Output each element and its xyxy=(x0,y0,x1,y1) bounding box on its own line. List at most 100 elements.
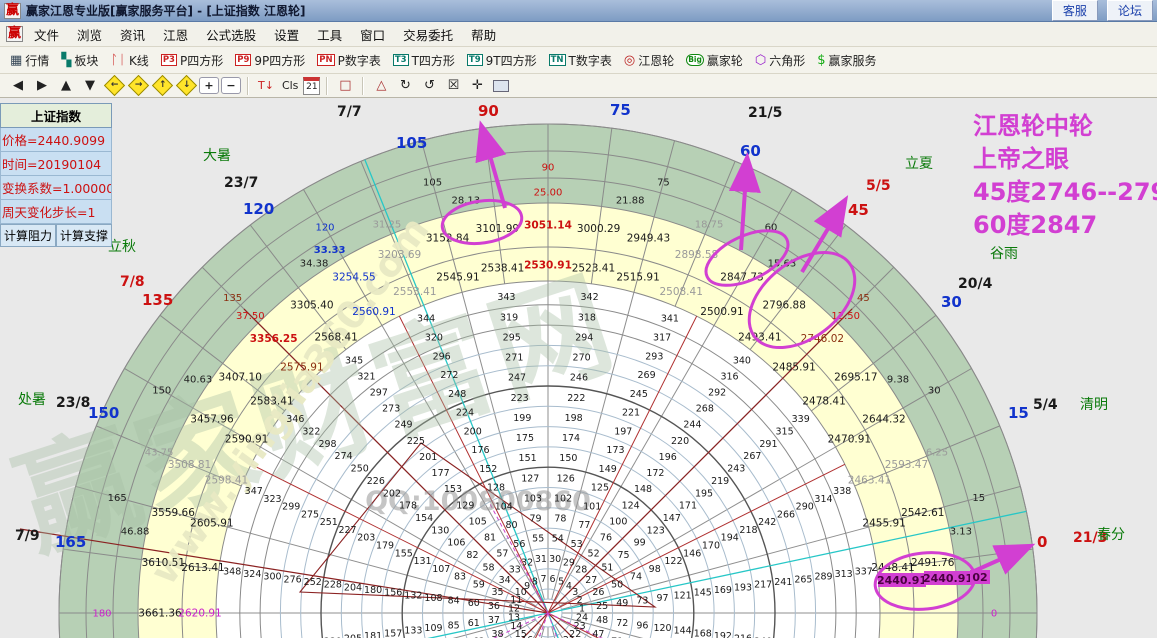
toolbar-winner-wheel-button[interactable]: Big 赢家轮 xyxy=(683,51,746,70)
svg-text:立秋: 立秋 xyxy=(108,239,136,255)
app-logo-icon: 赢 xyxy=(4,2,22,19)
big-wheel-icon: Big xyxy=(686,54,704,66)
whiteboard-button[interactable] xyxy=(490,76,512,95)
toolbar-t-table-button[interactable]: TN T数字表 xyxy=(546,51,615,70)
toolbar-winner-wheel-label: 赢家轮 xyxy=(706,53,743,68)
svg-text:179: 179 xyxy=(376,540,394,551)
toolbar-hexagon-button[interactable]: ⬡ 六角形 xyxy=(752,51,808,70)
support-button[interactable]: 客服 xyxy=(1051,0,1098,21)
toolbar-separator xyxy=(362,76,365,95)
svg-text:108: 108 xyxy=(424,593,442,604)
svg-text:248: 248 xyxy=(448,389,466,400)
menu-item-0[interactable]: 文件 xyxy=(25,23,68,46)
toolbar-sectors-button[interactable]: ▚ 板块 xyxy=(58,51,101,70)
center-mark-button[interactable]: ✛ xyxy=(466,76,488,95)
rotate-down-button[interactable]: ▼ xyxy=(79,76,101,95)
menu-item-7[interactable]: 窗口 xyxy=(351,23,394,46)
cls-button[interactable]: Cls xyxy=(279,76,301,95)
toolbar-9t-square-button[interactable]: T9 9T四方形 xyxy=(464,51,540,70)
rotate-cw-button[interactable]: ↻ xyxy=(394,76,416,95)
svg-text:320: 320 xyxy=(425,332,443,343)
svg-text:177: 177 xyxy=(432,468,450,479)
svg-text:25.00: 25.00 xyxy=(534,188,563,199)
pan-left-button[interactable]: ◀ xyxy=(7,76,29,95)
pan-right-button[interactable]: ▶ xyxy=(31,76,53,95)
menu-item-5[interactable]: 设置 xyxy=(265,23,308,46)
svg-text:323: 323 xyxy=(263,494,281,505)
svg-text:36: 36 xyxy=(488,601,500,612)
menu-item-2[interactable]: 资讯 xyxy=(111,23,154,46)
svg-text:31: 31 xyxy=(535,554,547,565)
rotate-up-button[interactable]: ▲ xyxy=(55,76,77,95)
svg-text:249: 249 xyxy=(394,420,412,431)
toolbar-quotes-button[interactable]: ▦ 行情 xyxy=(7,51,52,70)
menu-item-1[interactable]: 浏览 xyxy=(68,23,111,46)
triangle-tool-button[interactable]: △ xyxy=(370,76,392,95)
menu-item-9[interactable]: 帮助 xyxy=(462,23,505,46)
svg-text:2695.17: 2695.17 xyxy=(834,371,877,383)
toolbar-p-table-label: P数字表 xyxy=(337,53,381,68)
kline-icon: ᛚᛁ xyxy=(110,52,126,68)
toolbar-service-label: 赢家服务 xyxy=(828,53,877,68)
svg-text:193: 193 xyxy=(734,582,752,593)
forum-button[interactable]: 论坛 xyxy=(1106,0,1153,21)
svg-text:7/7: 7/7 xyxy=(337,104,362,120)
toolbar-kline-button[interactable]: ᛚᛁ K线 xyxy=(107,51,151,70)
svg-text:342: 342 xyxy=(581,292,599,303)
menu-item-3[interactable]: 江恩 xyxy=(154,23,197,46)
toolbar-p-square-button[interactable]: P3 P四方形 xyxy=(158,51,226,70)
svg-text:344: 344 xyxy=(417,314,435,325)
svg-text:225: 225 xyxy=(407,436,425,447)
calc-resistance-button[interactable]: 计算阻力 xyxy=(0,224,56,247)
svg-text:337: 337 xyxy=(855,566,873,577)
svg-text:168: 168 xyxy=(694,628,712,638)
rotate-ccw-button[interactable]: ↺ xyxy=(418,76,440,95)
t9-badge: T9 xyxy=(466,54,483,66)
gann-wheel-canvas[interactable]: 赢家财富网www.yingjia360.comQQ:10080086012345… xyxy=(0,98,1157,638)
svg-text:2440.91: 2440.91 xyxy=(923,572,973,585)
menu-item-4[interactable]: 公式选股 xyxy=(197,23,265,46)
step-left-button[interactable]: ← xyxy=(103,74,125,97)
zoom-in-button[interactable]: + xyxy=(199,77,219,94)
rect-tool-button[interactable]: □ xyxy=(334,76,356,95)
svg-text:51: 51 xyxy=(601,562,613,573)
svg-text:90: 90 xyxy=(478,102,499,120)
price-axis-button[interactable]: T↓ xyxy=(255,76,277,95)
info-row-3: 周天变化步长=1 xyxy=(0,200,112,224)
step-up-button[interactable]: ↑ xyxy=(151,74,173,97)
svg-text:0: 0 xyxy=(991,609,997,620)
svg-text:76: 76 xyxy=(600,532,612,543)
svg-text:317: 317 xyxy=(653,332,671,343)
menu-item-6[interactable]: 工具 xyxy=(308,23,351,46)
svg-text:2530.91: 2530.91 xyxy=(524,260,572,272)
svg-text:立夏: 立夏 xyxy=(905,156,933,172)
svg-text:59: 59 xyxy=(473,579,485,590)
zoom-out-button[interactable]: − xyxy=(221,77,241,94)
toolbar-service-button[interactable]: $ 赢家服务 xyxy=(814,51,879,70)
calendar-button[interactable]: 21 xyxy=(303,76,321,95)
svg-text:180: 180 xyxy=(364,585,382,596)
toolbar-p-table-button[interactable]: PN P数字表 xyxy=(314,51,384,70)
svg-text:38: 38 xyxy=(492,629,504,638)
svg-text:83: 83 xyxy=(454,572,466,583)
svg-text:198: 198 xyxy=(565,413,583,424)
svg-text:345: 345 xyxy=(345,355,363,366)
menu-item-8[interactable]: 交易委托 xyxy=(394,23,462,46)
toolbar-gann-wheel-button[interactable]: ◎ 江恩轮 xyxy=(621,51,677,70)
svg-text:221: 221 xyxy=(622,408,640,419)
svg-text:58: 58 xyxy=(483,562,495,573)
box-x-button[interactable]: ☒ xyxy=(442,76,464,95)
toolbar-t-square-button[interactable]: T3 T四方形 xyxy=(390,51,458,70)
step-down-button[interactable]: ↓ xyxy=(175,74,197,97)
toolbar-9p-square-button[interactable]: P9 9P四方形 xyxy=(232,51,308,70)
step-right-button[interactable]: → xyxy=(127,74,149,97)
svg-text:清明: 清明 xyxy=(1080,397,1108,413)
calc-support-button[interactable]: 计算支撑 xyxy=(56,224,112,247)
svg-text:3356.25: 3356.25 xyxy=(250,333,298,345)
svg-text:295: 295 xyxy=(503,332,521,343)
svg-text:0: 0 xyxy=(1037,533,1047,551)
svg-text:谷雨: 谷雨 xyxy=(990,246,1018,262)
svg-text:40.63: 40.63 xyxy=(184,375,213,386)
svg-text:196: 196 xyxy=(659,452,677,463)
svg-text:5/4: 5/4 xyxy=(1033,397,1058,413)
